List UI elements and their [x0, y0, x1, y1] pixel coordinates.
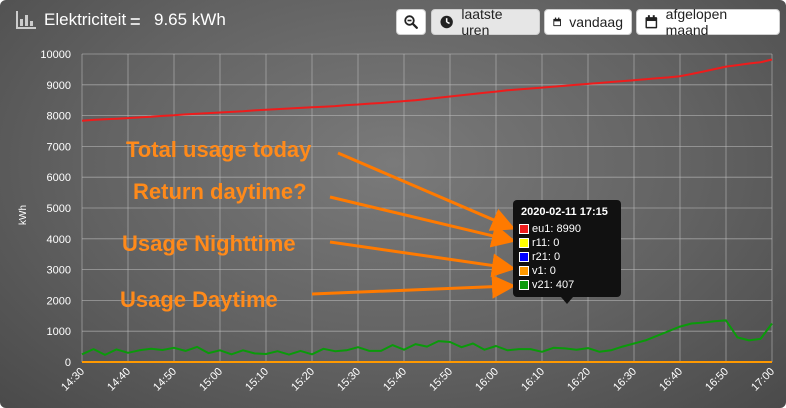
x-tick-label: 15:00: [197, 366, 225, 394]
y-tick-label: 9000: [47, 80, 71, 92]
annotation-usage-nighttime: Usage Nighttime: [122, 231, 296, 256]
tooltip-value: r21: 0: [532, 250, 561, 263]
tooltip-row-r11: r11: 0: [519, 236, 559, 249]
tooltip-value: v1: 0: [532, 264, 556, 277]
legend-swatch: [519, 251, 529, 262]
y-tick-label: 10000: [40, 49, 71, 61]
tooltip-row-r21: r21: 0: [519, 250, 560, 263]
tooltip-title: 2020-02-11 17:15: [521, 206, 608, 218]
x-tick-label: 16:40: [657, 366, 685, 394]
x-tick-label: 16:30: [611, 366, 639, 394]
usage-chart: 0 1000 2000 3000 4000 5000 6000 7000 8000 9000 100…: [18, 49, 777, 394]
y-tick-label: 3000: [47, 265, 71, 277]
x-axis: 14:30 14:40 14:50 15:00 15:10 15:20 15:30 15:40…: [59, 366, 777, 394]
y-tick-label: 2000: [47, 295, 71, 307]
x-tick-label: 14:30: [59, 366, 87, 394]
y-tick-label: 5000: [47, 203, 71, 215]
y-axis: 0 1000 2000 3000 4000 5000 6000 7000 8000 9000 100…: [40, 49, 71, 369]
chart-grid: [81, 53, 773, 363]
x-tick-label: 15:40: [381, 366, 409, 394]
tooltip-row-v21: v21: 407: [519, 278, 574, 291]
tooltip-row-v1: v1: 0: [519, 264, 556, 277]
arrow-total-usage: [337, 151, 516, 231]
x-tick-label: 16:10: [519, 366, 547, 394]
y-tick-label: 0: [65, 357, 71, 369]
x-tick-label: 14:50: [151, 366, 179, 394]
x-tick-label: 16:20: [565, 366, 593, 394]
x-tick-label: 16:00: [473, 366, 501, 394]
legend-swatch: [519, 237, 529, 248]
tooltip-value: r11: 0: [532, 236, 560, 249]
x-tick-label: 17:00: [749, 366, 777, 394]
y-tick-label: 1000: [47, 326, 71, 338]
electricity-widget: Elektriciteit = 9.65 kWh laatste uren va…: [0, 0, 786, 408]
x-tick-label: 15:50: [427, 366, 455, 394]
tooltip-pointer: [561, 297, 573, 304]
chart-tooltip: 2020-02-11 17:15 eu1: 8990 r11: 0 r21: 0…: [513, 200, 621, 297]
y-tick-label: 8000: [47, 111, 71, 123]
y-tick-label: 4000: [47, 234, 71, 246]
legend-swatch: [519, 223, 529, 234]
x-tick-label: 15:30: [335, 366, 363, 394]
arrow-usage-nighttime: [329, 240, 516, 278]
annotation-total-usage: Total usage today: [126, 137, 312, 162]
arrow-usage-daytime: [311, 274, 516, 299]
chart-lines: [81, 58, 773, 363]
annotation-usage-daytime: Usage Daytime: [120, 287, 278, 312]
y-axis-label: kWh: [18, 205, 29, 225]
y-tick-label: 6000: [47, 172, 71, 184]
annotations: Total usage today Return daytime? Usage …: [120, 137, 516, 312]
annotation-return-daytime: Return daytime?: [133, 179, 307, 204]
tooltip-value: v21: 407: [532, 278, 575, 291]
x-tick-label: 15:20: [289, 366, 317, 394]
arrow-return-daytime: [329, 195, 516, 248]
legend-swatch: [519, 265, 529, 276]
series-line-v21: [81, 319, 773, 356]
x-tick-label: 15:10: [243, 366, 271, 394]
legend-swatch: [519, 279, 529, 290]
series-line-eu1: [81, 58, 773, 122]
y-tick-label: 7000: [47, 141, 71, 153]
x-tick-label: 16:50: [703, 366, 731, 394]
tooltip-value: eu1: 8990: [532, 222, 581, 235]
tooltip-row-eu1: eu1: 8990: [519, 222, 581, 235]
x-tick-label: 14:40: [105, 366, 133, 394]
